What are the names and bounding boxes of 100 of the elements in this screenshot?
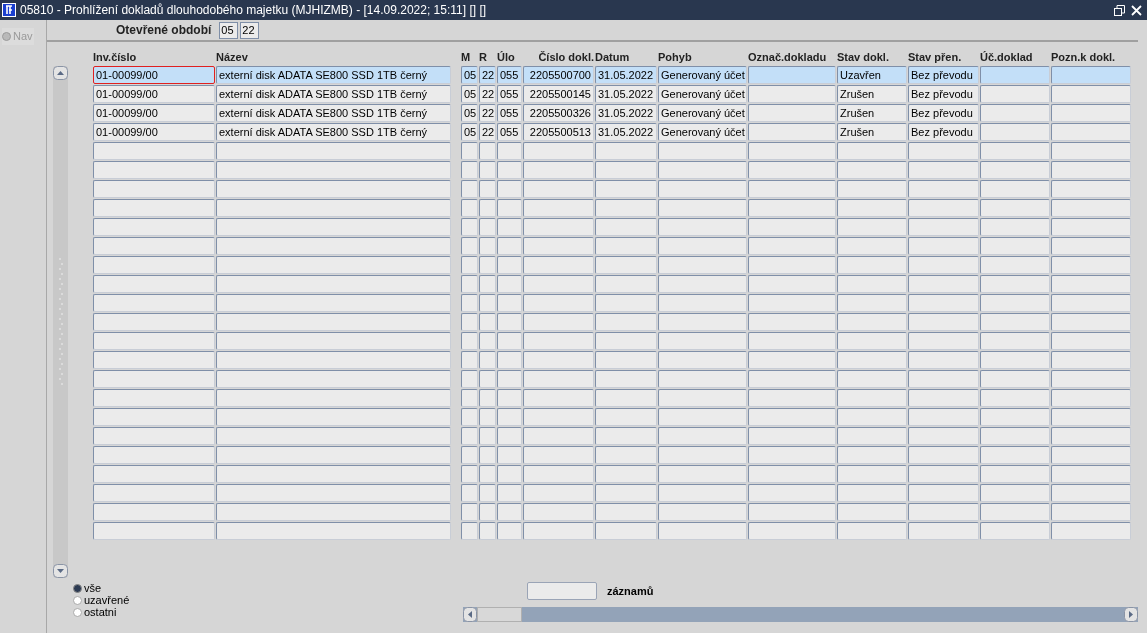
table-cell[interactable]: [837, 294, 907, 312]
table-cell[interactable]: [216, 237, 451, 255]
table-cell[interactable]: [93, 237, 215, 255]
table-cell[interactable]: [523, 237, 594, 255]
table-cell[interactable]: Uzavřen: [837, 66, 907, 84]
table-cell[interactable]: [216, 522, 451, 540]
vertical-scrollbar[interactable]: [53, 66, 68, 578]
table-cell[interactable]: [748, 427, 836, 445]
table-cell[interactable]: [523, 161, 594, 179]
table-cell[interactable]: [837, 351, 907, 369]
table-cell[interactable]: [1051, 522, 1131, 540]
table-cell[interactable]: [980, 104, 1050, 122]
table-cell[interactable]: [461, 332, 478, 350]
table-cell[interactable]: [1051, 142, 1131, 160]
table-cell[interactable]: [523, 427, 594, 445]
table-cell[interactable]: [908, 351, 979, 369]
table-cell[interactable]: 31.05.2022: [595, 66, 657, 84]
table-cell[interactable]: [461, 408, 478, 426]
table-cell[interactable]: [497, 237, 522, 255]
table-cell[interactable]: [497, 522, 522, 540]
table-cell[interactable]: [595, 275, 657, 293]
table-cell[interactable]: [980, 427, 1050, 445]
table-cell[interactable]: [748, 237, 836, 255]
table-cell[interactable]: [523, 351, 594, 369]
table-cell[interactable]: [497, 180, 522, 198]
table-cell[interactable]: [497, 332, 522, 350]
table-cell[interactable]: [479, 427, 496, 445]
table-cell[interactable]: [479, 142, 496, 160]
table-cell[interactable]: [658, 427, 747, 445]
table-cell[interactable]: [1051, 237, 1131, 255]
table-cell[interactable]: [748, 446, 836, 464]
table-cell[interactable]: [497, 427, 522, 445]
table-cell[interactable]: [461, 294, 478, 312]
table-cell[interactable]: [595, 522, 657, 540]
table-cell[interactable]: [595, 465, 657, 483]
table-cell[interactable]: [461, 522, 478, 540]
table-cell[interactable]: [461, 313, 478, 331]
table-cell[interactable]: [479, 237, 496, 255]
table-cell[interactable]: [479, 484, 496, 502]
table-cell[interactable]: [1051, 389, 1131, 407]
table-cell[interactable]: Generovaný účet: [658, 123, 747, 141]
table-cell[interactable]: [837, 237, 907, 255]
table-cell[interactable]: [908, 161, 979, 179]
table-cell[interactable]: Bez převodu: [908, 66, 979, 84]
table-cell[interactable]: [1051, 427, 1131, 445]
table-cell[interactable]: Generovaný účet: [658, 85, 747, 103]
table-cell[interactable]: [497, 161, 522, 179]
table-cell[interactable]: [748, 313, 836, 331]
table-cell[interactable]: [980, 313, 1050, 331]
scroll-up-icon[interactable]: [53, 66, 68, 80]
table-cell[interactable]: [980, 370, 1050, 388]
table-cell[interactable]: [479, 503, 496, 521]
table-cell[interactable]: Bez převodu: [908, 104, 979, 122]
table-cell[interactable]: 22: [479, 66, 496, 84]
table-cell[interactable]: [479, 294, 496, 312]
scroll-left-icon[interactable]: [463, 607, 477, 622]
table-cell[interactable]: [908, 427, 979, 445]
table-cell[interactable]: [497, 503, 522, 521]
table-cell[interactable]: [1051, 465, 1131, 483]
table-cell[interactable]: [908, 446, 979, 464]
table-cell[interactable]: [93, 313, 215, 331]
table-cell[interactable]: [461, 465, 478, 483]
table-cell[interactable]: [837, 332, 907, 350]
table-cell[interactable]: [93, 522, 215, 540]
year-field[interactable]: 22: [240, 21, 260, 39]
table-cell[interactable]: 05: [461, 123, 478, 141]
table-cell[interactable]: [748, 465, 836, 483]
table-cell[interactable]: 22: [479, 104, 496, 122]
table-cell[interactable]: [837, 313, 907, 331]
table-cell[interactable]: [1051, 351, 1131, 369]
table-cell[interactable]: [908, 180, 979, 198]
table-cell[interactable]: [93, 256, 215, 274]
table-cell[interactable]: 01-00099/00: [93, 123, 215, 141]
table-cell[interactable]: [748, 522, 836, 540]
table-cell[interactable]: [93, 465, 215, 483]
table-cell[interactable]: [595, 161, 657, 179]
table-cell[interactable]: [595, 427, 657, 445]
table-cell[interactable]: [1051, 446, 1131, 464]
filter-radio[interactable]: vše: [73, 582, 463, 594]
table-cell[interactable]: [1051, 313, 1131, 331]
table-cell[interactable]: [523, 275, 594, 293]
table-cell[interactable]: [595, 370, 657, 388]
table-cell[interactable]: [658, 180, 747, 198]
close-icon[interactable]: [1131, 4, 1142, 16]
table-cell[interactable]: [908, 503, 979, 521]
table-cell[interactable]: [658, 446, 747, 464]
table-cell[interactable]: [980, 275, 1050, 293]
table-cell[interactable]: [461, 256, 478, 274]
table-cell[interactable]: [980, 85, 1050, 103]
table-cell[interactable]: 055: [497, 104, 522, 122]
table-cell[interactable]: [497, 199, 522, 217]
table-cell[interactable]: [479, 370, 496, 388]
table-cell[interactable]: Zrušen: [837, 85, 907, 103]
table-cell[interactable]: [216, 351, 451, 369]
table-cell[interactable]: 2205500326: [523, 104, 594, 122]
table-cell[interactable]: [216, 446, 451, 464]
table-cell[interactable]: [216, 142, 451, 160]
table-cell[interactable]: [216, 275, 451, 293]
filter-radio[interactable]: uzavřené: [73, 594, 463, 606]
table-cell[interactable]: [216, 484, 451, 502]
